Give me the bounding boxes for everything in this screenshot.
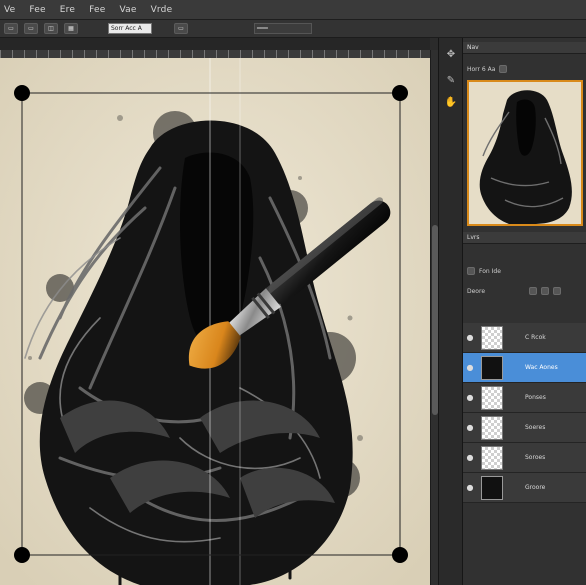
navigator-title: Nav (467, 44, 479, 51)
brush-icon[interactable]: ✎ (443, 72, 459, 88)
layer-thumbnail (481, 325, 503, 350)
eye-icon[interactable]: ● (463, 453, 477, 462)
navigator-zoom: Horr 6 Aa (467, 65, 496, 73)
layers-row-2: Deore (463, 284, 586, 298)
menu-item-5[interactable]: Vae (119, 5, 136, 15)
layers-row-2-label: Deore (467, 287, 486, 295)
zoom-button[interactable] (499, 65, 508, 73)
eye-icon[interactable]: ● (463, 363, 477, 372)
opacity-icon[interactable] (553, 287, 562, 295)
option-button-2[interactable]: ▭ (24, 23, 38, 34)
layer-thumbnail (481, 385, 503, 410)
layer-thumbnail (481, 355, 503, 380)
layer-option-button[interactable] (467, 267, 475, 275)
lock-icon[interactable] (529, 287, 538, 295)
navigator-preview-art (469, 82, 581, 224)
eye-icon[interactable]: ● (463, 333, 477, 342)
canvas[interactable] (0, 58, 430, 585)
layer-thumbnail (481, 415, 503, 440)
option-dropdown[interactable]: ═══ (254, 23, 312, 34)
artwork (0, 58, 430, 585)
layer-thumbnail (481, 475, 503, 500)
menu-item-4[interactable]: Fee (89, 5, 105, 15)
menu-item-3[interactable]: Ere (60, 5, 75, 15)
menu-item-2[interactable]: Fee (29, 5, 45, 15)
layer-name: Groore (525, 484, 546, 491)
menu-bar: Ve Fee Ere Fee Vae Vrde (0, 0, 586, 20)
fill-icon[interactable] (541, 287, 550, 295)
layer-row-selected[interactable]: ● Wac Aones (463, 353, 586, 383)
eye-icon[interactable]: ● (463, 483, 477, 492)
move-icon[interactable]: ✥ (443, 46, 459, 62)
layer-thumbnail (481, 445, 503, 470)
option-toggle[interactable]: ▭ (174, 23, 188, 34)
brush-preset-field[interactable]: Sorr Acc A (108, 23, 152, 34)
layers-row-1-label: Fon Ide (479, 267, 501, 275)
layers-title: Lvrs (467, 234, 480, 241)
layer-row[interactable]: ● Ponses (463, 383, 586, 413)
tool-strip: ✥ ✎ ✋ (438, 38, 463, 585)
layer-name: Ponses (525, 394, 546, 401)
hand-icon[interactable]: ✋ (443, 94, 459, 110)
option-button-1[interactable]: ▭ (4, 23, 18, 34)
layers-header[interactable]: Lvrs (463, 232, 586, 244)
layer-row[interactable]: ● C Rcok (463, 323, 586, 353)
menu-item-6[interactable]: Vrde (151, 5, 173, 15)
layer-name: Soroes (525, 454, 546, 461)
option-button-3[interactable]: ◫ (44, 23, 58, 34)
layer-row[interactable]: ● Soroes (463, 443, 586, 473)
horizontal-ruler (0, 50, 430, 58)
eye-icon[interactable]: ● (463, 423, 477, 432)
layer-name: Soeres (525, 424, 546, 431)
layers-row-1: Fon Ide (463, 264, 586, 278)
menu-item-1[interactable]: Ve (4, 5, 15, 15)
option-button-4[interactable]: ▦ (64, 23, 78, 34)
eye-icon[interactable]: ● (463, 393, 477, 402)
right-panel: Nav Horr 6 Aa Lvrs Fon Ide Deore ● C Rco… (462, 38, 586, 585)
options-bar: ▭ ▭ ◫ ▦ Sorr Acc A ▭ ═══ (0, 20, 586, 38)
layer-name: C Rcok (525, 334, 546, 341)
layer-name: Wac Aones (525, 364, 558, 371)
layer-row[interactable]: ● Soeres (463, 413, 586, 443)
navigator-zoom-row: Horr 6 Aa (463, 62, 586, 76)
navigator-header[interactable]: Nav (463, 42, 586, 54)
navigator-preview[interactable] (467, 80, 583, 226)
layer-row[interactable]: ● Groore (463, 473, 586, 503)
